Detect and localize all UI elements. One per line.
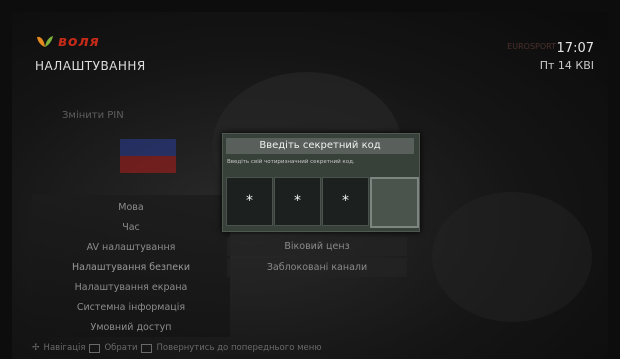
clock-date: Пт 14 КВІ xyxy=(539,59,594,72)
dialog-title: Введіть секретний код xyxy=(226,138,414,154)
option-parental-rating[interactable]: Віковий ценз xyxy=(227,237,407,256)
footer-hints: ✢ Навігація Обрати Повернутись до попере… xyxy=(32,343,321,353)
menu-item-screen-settings[interactable]: Налаштування екрана xyxy=(32,282,230,293)
change-pin-label: Змінити PIN xyxy=(62,110,124,121)
pin-digit-4[interactable] xyxy=(370,177,419,228)
brand-logo: воля xyxy=(36,34,100,50)
hint-back: Повернутись до попереднього меню xyxy=(156,343,322,353)
brand-name: воля xyxy=(58,34,100,50)
pin-digit-1[interactable]: * xyxy=(226,177,273,226)
pin-digit-2[interactable]: * xyxy=(274,177,321,226)
dialog-subtitle: Введіть свій чотиризначний секретний код… xyxy=(227,159,355,165)
menu-item-system-info[interactable]: Системна інформація xyxy=(32,302,230,313)
leaf-icon xyxy=(37,36,53,47)
menu-item-time[interactable]: Час xyxy=(32,222,230,233)
menu-item-conditional-access[interactable]: Умовний доступ xyxy=(32,322,230,333)
ok-button-icon xyxy=(89,343,101,353)
page-title: НАЛАШТУВАННЯ xyxy=(35,59,146,73)
option-blocked-channels[interactable]: Заблоковані канали xyxy=(227,258,407,277)
hint-select: Обрати xyxy=(104,343,138,353)
navigation-arrows-icon: ✢ xyxy=(32,343,40,353)
back-button-icon xyxy=(141,343,153,353)
clock-time: 17:07 xyxy=(556,41,594,56)
background-shape xyxy=(432,192,592,322)
hint-navigation: Навігація xyxy=(43,343,86,353)
menu-item-language[interactable]: Мова xyxy=(32,202,230,213)
menu-item-av-settings[interactable]: AV налаштування xyxy=(32,242,230,253)
pin-dialog: Введіть секретний код Введіть свій чотир… xyxy=(222,133,420,232)
flag-graphic xyxy=(120,139,176,173)
channel-name: EUROSPORT xyxy=(507,42,556,51)
tv-screen: воля НАЛАШТУВАННЯ EUROSPORT 17:07 Пт 14 … xyxy=(12,12,608,359)
pin-digit-3[interactable]: * xyxy=(322,177,369,226)
menu-item-security-settings[interactable]: Налаштування безпеки xyxy=(32,262,230,273)
